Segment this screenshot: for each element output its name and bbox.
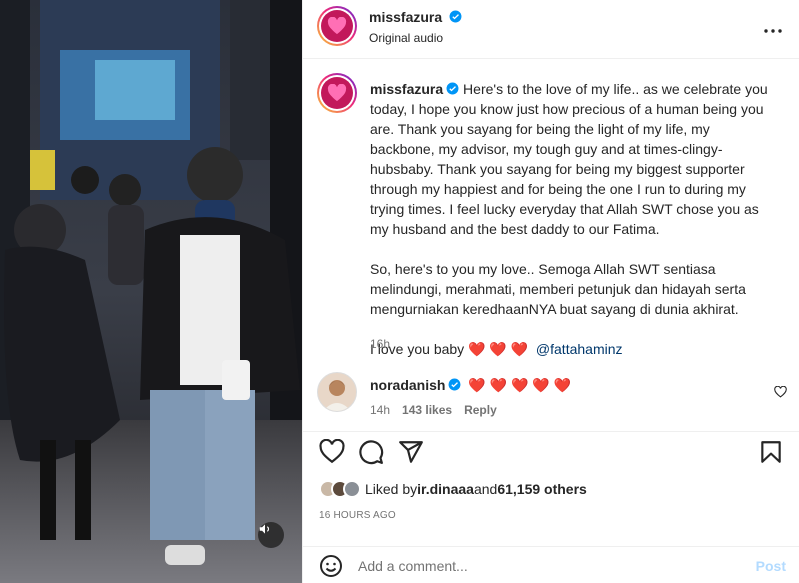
emoji-icon[interactable] [319, 554, 343, 578]
likes-count[interactable]: 61,159 others [497, 481, 587, 497]
heart-icon[interactable] [319, 438, 345, 465]
sound-on-icon[interactable] [258, 522, 284, 548]
author-avatar[interactable] [317, 6, 357, 46]
bookmark-icon[interactable] [758, 439, 784, 465]
caption-author-avatar[interactable] [317, 73, 357, 113]
comment-like-heart-icon[interactable] [774, 385, 788, 399]
author-username[interactable]: missfazura [369, 9, 442, 25]
post-comment-button[interactable]: Post [756, 558, 786, 574]
video-player[interactable] [0, 0, 302, 583]
likes-row: Liked by ir.dinaaa and 61,159 others [319, 478, 587, 500]
commenter-username[interactable]: noradanish [370, 377, 445, 393]
liker-avatar [343, 480, 361, 498]
likes-prefix: Liked by [365, 481, 418, 497]
comment-text: ❤️ ❤️ ❤️ ❤️ ❤️ [468, 377, 572, 393]
verified-badge-icon [449, 378, 461, 391]
author-block: missfazura [369, 9, 462, 25]
likes-user[interactable]: ir.dinaaa [417, 481, 474, 497]
verified-badge-icon [449, 10, 462, 23]
caption-time[interactable]: 16h [370, 337, 390, 351]
caption: missfazura Here's to the love of my life… [370, 79, 770, 359]
post-date[interactable]: 16 HOURS AGO [319, 510, 396, 521]
comment-meta: 14h 143 likes Reply [370, 403, 497, 417]
comment-input[interactable] [358, 555, 738, 577]
comments-scroll-area[interactable]: missfazura Here's to the love of my life… [303, 59, 799, 431]
comment-time[interactable]: 14h [370, 403, 390, 417]
comment-form: Post [303, 546, 799, 583]
share-icon[interactable] [398, 439, 424, 465]
likes-middle: and [473, 481, 498, 497]
audio-label[interactable]: Original audio [369, 31, 443, 45]
speaker-icon [259, 524, 270, 534]
comment-body: noradanish ❤️ ❤️ ❤️ ❤️ ❤️ [370, 377, 760, 394]
video-frame [0, 0, 302, 583]
caption-hearts: ❤️ ❤️ ❤️ [468, 341, 529, 357]
liker-avatars[interactable] [319, 480, 361, 498]
verified-badge-icon [446, 82, 459, 95]
more-options-icon[interactable] [763, 21, 783, 33]
post-header: missfazura Original audio [303, 0, 799, 59]
heart-avatar-icon [327, 84, 347, 102]
post-dialog: missfazura Original audio missfazura Her… [0, 0, 799, 583]
post-sidebar: missfazura Original audio missfazura Her… [302, 0, 799, 583]
comment-icon[interactable] [358, 439, 384, 465]
comment-reply-button[interactable]: Reply [464, 403, 497, 417]
heart-avatar-icon [327, 17, 347, 35]
commenter-avatar[interactable] [317, 372, 357, 412]
profile-photo-icon [323, 380, 351, 411]
action-bar [303, 431, 799, 473]
caption-text: Here's to the love of my life.. as we ce… [370, 81, 768, 317]
caption-mention[interactable]: @fattahaminz [536, 341, 623, 357]
comment-likes[interactable]: 143 likes [402, 403, 452, 417]
caption-username[interactable]: missfazura [370, 81, 443, 97]
